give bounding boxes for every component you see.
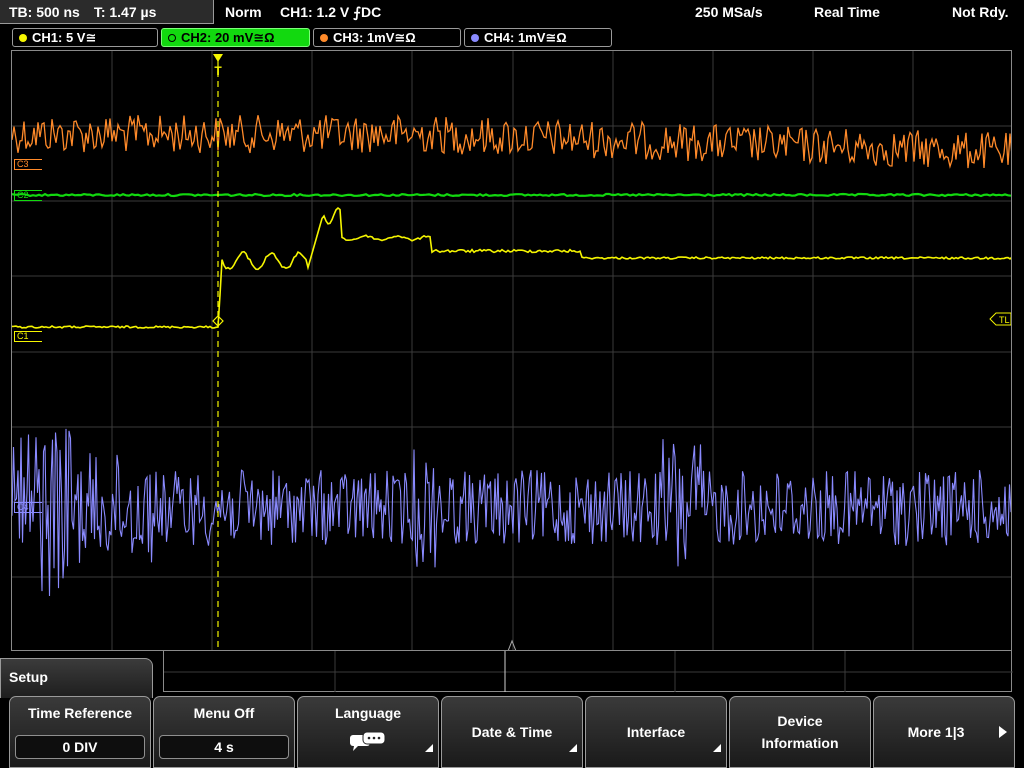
- ch1-offset-marker[interactable]: C1: [14, 331, 42, 342]
- timebase-box[interactable]: TB: 500 ns T: 1.47 µs: [0, 0, 214, 24]
- softkey-label: Menu Off: [154, 697, 294, 721]
- softkey-label: Device: [730, 697, 870, 729]
- trigger-position-marker[interactable]: T: [213, 54, 223, 78]
- softkey-label: Language: [298, 697, 438, 721]
- submenu-indicator-icon: [425, 744, 433, 752]
- channel-tab-label: CH4: 1mV≅Ω: [484, 30, 567, 45]
- ch1-dot-icon: [19, 34, 27, 42]
- trace-ch3: [12, 115, 1012, 168]
- trigger-time-readout: T: 1.47 µs: [94, 4, 157, 20]
- channel-tab-label: CH2: 20 mV≅Ω: [181, 30, 275, 45]
- channel-tab-label: CH1: 5 V≅: [32, 30, 96, 45]
- status-bar: TB: 500 ns T: 1.47 µs Norm CH1: 1.2 V ⨍DC…: [0, 0, 1024, 26]
- trigger-marker-label: T: [214, 64, 222, 78]
- trace-ch2: [12, 194, 1011, 196]
- date-time-softkey[interactable]: Date & Time: [441, 696, 583, 768]
- waveform-traces: [12, 115, 1012, 596]
- channel-tab-ch1[interactable]: CH1: 5 V≅: [12, 28, 158, 47]
- acquisition-mode[interactable]: Real Time: [814, 0, 880, 24]
- time-reference-icon: [508, 641, 516, 651]
- channel-tab-ch4[interactable]: CH4: 1mV≅Ω: [464, 28, 612, 47]
- trace-ch4: [12, 429, 1012, 596]
- menu-title-tab: Setup: [0, 658, 153, 698]
- graticule: [12, 51, 1012, 651]
- menu-off-value: 4 s: [159, 735, 289, 759]
- lower-graticule-strip: [163, 651, 1012, 692]
- language-softkey[interactable]: Language: [297, 696, 439, 768]
- menu-title: Setup: [9, 669, 48, 685]
- softkey-label: Interface: [586, 697, 726, 740]
- time-reference-value: 0 DIV: [15, 735, 145, 759]
- more-softkey[interactable]: More 1|3: [873, 696, 1015, 768]
- channel-tab-ch3[interactable]: CH3: 1mV≅Ω: [313, 28, 461, 47]
- waveform-display[interactable]: T TL C3 C2 C1 C4: [11, 50, 1012, 651]
- time-reference-softkey[interactable]: Time Reference 0 DIV: [9, 696, 151, 768]
- submenu-indicator-icon: [569, 744, 577, 752]
- speech-bubbles-icon: [348, 731, 388, 753]
- next-page-icon: [998, 725, 1008, 739]
- trigger-info[interactable]: CH1: 1.2 V ⨍DC: [280, 0, 381, 24]
- waveform-canvas: T TL: [12, 51, 1012, 651]
- ch3-offset-marker[interactable]: C3: [14, 159, 42, 170]
- ch2-offset-marker[interactable]: C2: [14, 190, 42, 201]
- trigger-level-marker[interactable]: TL: [990, 313, 1011, 325]
- ch4-dot-icon: [471, 34, 479, 42]
- softkey-label: More 1|3: [874, 697, 1014, 740]
- channel-tab-label: CH3: 1mV≅Ω: [333, 30, 416, 45]
- menu-off-softkey[interactable]: Menu Off 4 s: [153, 696, 295, 768]
- trace-ch1: [12, 208, 1012, 328]
- trigger-status: Not Rdy.: [952, 0, 1009, 24]
- softkey-label: Time Reference: [10, 697, 150, 721]
- device-information-softkey[interactable]: Device Information: [729, 696, 871, 768]
- submenu-indicator-icon: [713, 744, 721, 752]
- softkey-label: Information: [730, 729, 870, 751]
- softkey-label: Date & Time: [442, 697, 582, 740]
- ch2-dot-icon: [168, 34, 176, 42]
- ch3-dot-icon: [320, 34, 328, 42]
- interface-softkey[interactable]: Interface: [585, 696, 727, 768]
- ch4-offset-marker[interactable]: C4: [14, 502, 42, 513]
- trigger-level-label: TL: [999, 315, 1010, 325]
- timebase-readout: TB: 500 ns: [9, 4, 80, 20]
- sample-rate: 250 MSa/s: [695, 0, 763, 24]
- trigger-mode[interactable]: Norm: [225, 0, 262, 24]
- channel-tab-ch2[interactable]: CH2: 20 mV≅Ω: [161, 28, 310, 47]
